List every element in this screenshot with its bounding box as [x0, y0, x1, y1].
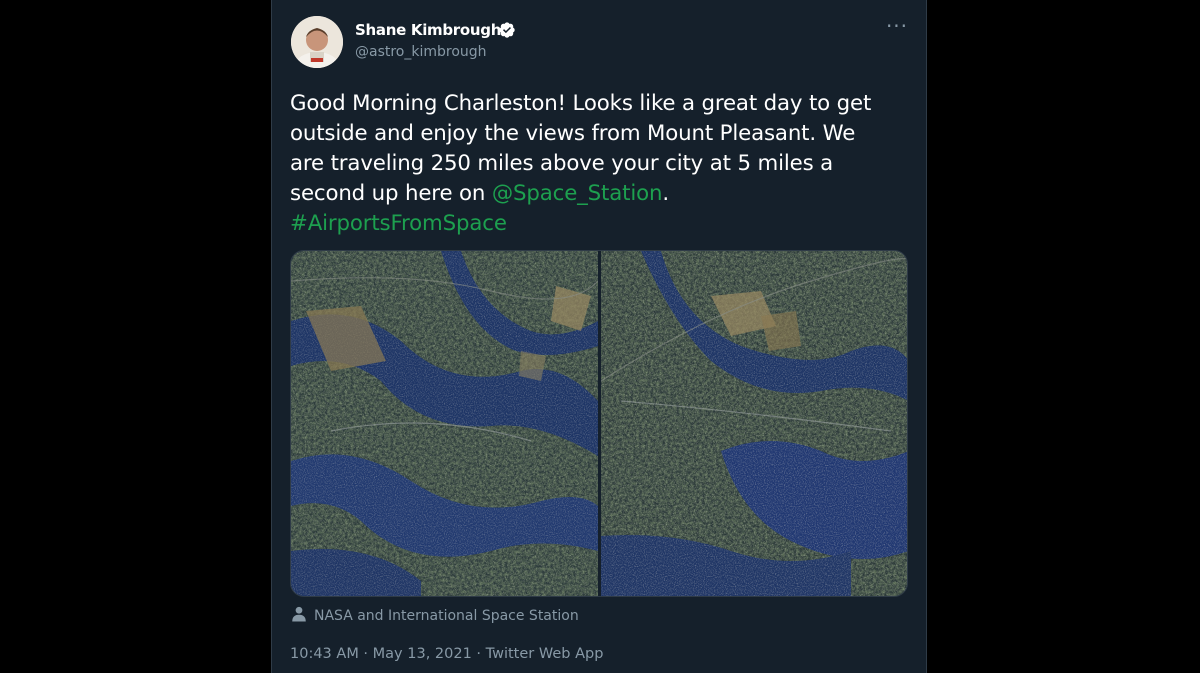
avatar[interactable]: [291, 16, 343, 68]
tweet-card: Shane Kimbrough @astro_kimbrough ··· Goo…: [271, 0, 927, 673]
satellite-photo-right: [601, 251, 907, 596]
more-options-icon[interactable]: ···: [883, 16, 911, 41]
verified-badge-icon: [499, 22, 515, 38]
author-name[interactable]: Shane Kimbrough: [355, 21, 501, 39]
tweet-text-line: outside and enjoy the views from Mount P…: [290, 121, 856, 146]
author-handle[interactable]: @astro_kimbrough: [355, 44, 487, 60]
media-credit[interactable]: NASA and International Space Station: [290, 605, 579, 625]
person-icon: [292, 606, 306, 622]
tweet-text-fragment: .: [662, 181, 669, 206]
tweet-text: Good Morning Charleston! Looks like a gr…: [290, 89, 920, 239]
tweet-text-line: are traveling 250 miles above your city …: [290, 151, 834, 176]
tweet-text-fragment: second up here on: [290, 181, 492, 206]
media-credit-text: NASA and International Space Station: [314, 608, 579, 624]
tweet-text-line: Good Morning Charleston! Looks like a gr…: [290, 91, 872, 116]
tweet-timestamp[interactable]: 10:43 AM · May 13, 2021 · Twitter Web Ap…: [290, 644, 603, 664]
satellite-photo-left: [291, 251, 598, 596]
tweet-text-line: second up here on @Space_Station.: [290, 179, 920, 209]
mention-link[interactable]: @Space_Station: [492, 181, 663, 206]
hashtag-link[interactable]: #AirportsFromSpace: [290, 209, 920, 239]
tweet-media[interactable]: [290, 250, 908, 597]
